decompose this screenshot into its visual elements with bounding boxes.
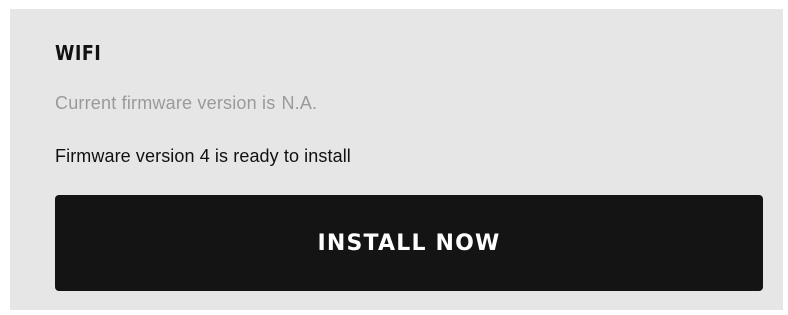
current-firmware-label: Current firmware version is [55,93,276,113]
install-now-button[interactable]: INSTALL NOW [55,195,763,291]
current-firmware-status: Current firmware version is N.A. [55,93,317,114]
install-now-label: INSTALL NOW [317,230,501,256]
current-firmware-value: N.A. [281,93,318,113]
firmware-ready-message: Firmware version 4 is ready to install [55,146,351,166]
firmware-update-panel: WIFI Current firmware version is N.A. Fir… [10,9,783,310]
section-title: WIFI [55,41,102,65]
